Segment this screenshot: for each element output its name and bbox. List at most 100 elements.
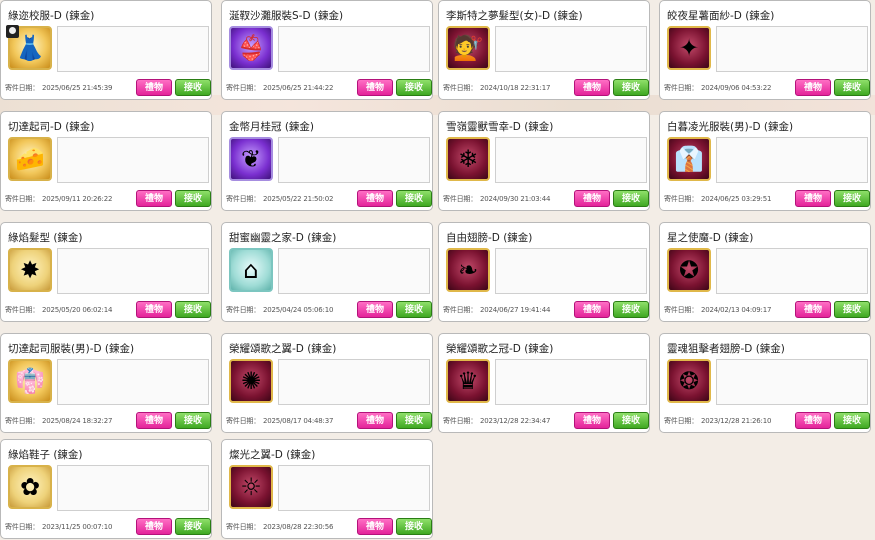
gift-button[interactable]: 禮物 (357, 518, 393, 535)
send-date: 寄件日期： 2025/09/11 20:26:22 (5, 194, 112, 204)
message-box (716, 248, 868, 294)
laurel-crown-icon: ❦ (240, 145, 262, 173)
gift-button[interactable]: 禮物 (357, 301, 393, 318)
item-name: 綠迩校服-D (鍊金) (8, 10, 95, 22)
item-icon-frame[interactable]: ✿ (8, 465, 52, 509)
send-date: 寄件日期： 2024/06/27 19:41:44 (443, 305, 550, 315)
gift-button[interactable]: 禮物 (357, 190, 393, 207)
receive-button[interactable]: 接收 (396, 518, 432, 535)
item-icon-frame[interactable]: ✺ (229, 359, 273, 403)
mail-item-card: 金幣月桂冠 (鍊金) ❦ 寄件日期： 2025/05/22 21:50:02 禮物… (221, 111, 433, 211)
item-name: 靈魂狙擊者翅膀-D (鍊金) (667, 343, 785, 355)
receive-button[interactable]: 接收 (834, 412, 870, 429)
item-name: 綠焰髮型 (鍊金) (8, 232, 83, 244)
receive-button[interactable]: 接收 (175, 79, 211, 96)
item-name: 李斯特之夢髮型(女)-D (鍊金) (446, 10, 583, 22)
gift-button[interactable]: 禮物 (795, 190, 831, 207)
receive-button[interactable]: 接收 (834, 79, 870, 96)
item-icon-frame[interactable]: ⌂ (229, 248, 273, 292)
send-date: 寄件日期： 2024/06/25 03:29:51 (664, 194, 771, 204)
item-icon-frame[interactable]: 👔 (667, 137, 711, 181)
gift-button[interactable]: 禮物 (136, 190, 172, 207)
send-date-label: 寄件日期： (443, 195, 477, 203)
gift-button[interactable]: 禮物 (795, 412, 831, 429)
send-date-value: 2024/02/13 04:09:17 (701, 306, 772, 314)
receive-button[interactable]: 接收 (396, 79, 432, 96)
send-date: 寄件日期： 2025/08/24 18:32:27 (5, 416, 112, 426)
send-date: 寄件日期： 2025/04/24 05:06:10 (226, 305, 333, 315)
item-icon-frame[interactable]: ❧ (446, 248, 490, 292)
send-date-value: 2025/04/24 05:06:10 (263, 306, 334, 314)
item-name: 切達起司服裝(男)-D (鍊金) (8, 343, 135, 355)
receive-button[interactable]: 接收 (396, 301, 432, 318)
mail-item-card: 綠焰鞋子 (鍊金) ✿ 寄件日期： 2023/11/25 00:07:10 禮物 … (0, 439, 212, 539)
receive-button[interactable]: 接收 (613, 190, 649, 207)
gift-button[interactable]: 禮物 (136, 301, 172, 318)
gift-button[interactable]: 禮物 (136, 412, 172, 429)
item-icon-frame[interactable]: ✸ (8, 248, 52, 292)
send-date-label: 寄件日期： (664, 306, 698, 314)
gift-button[interactable]: 禮物 (574, 412, 610, 429)
item-icon-frame[interactable]: ❄ (446, 137, 490, 181)
mail-item-card: 榮耀頌歌之翼-D (鍊金) ✺ 寄件日期： 2025/08/17 04:48:37… (221, 333, 433, 433)
mail-item-card: 皎夜星薯面紗-D (鍊金) ✦ 寄件日期： 2024/09/06 04:53:22… (659, 0, 871, 100)
item-icon-frame[interactable]: 👙 (229, 26, 273, 70)
gift-button[interactable]: 禮物 (795, 79, 831, 96)
item-name: 榮耀頌歌之冠-D (鍊金) (446, 343, 554, 355)
gift-button[interactable]: 禮物 (357, 79, 393, 96)
veil-icon: ✦ (678, 34, 700, 62)
soul-wings-icon: ❂ (678, 367, 700, 395)
mail-item-card: 自由翅膀-D (鍊金) ❧ 寄件日期： 2024/06/27 19:41:44 禮… (438, 222, 650, 322)
item-icon-frame[interactable]: ✦ (667, 26, 711, 70)
item-icon-frame[interactable]: ♛ (446, 359, 490, 403)
mail-item-card: 涎靫沙灘服裝S-D (鍊金) 👙 寄件日期： 2025/06/25 21:44:2… (221, 0, 433, 100)
gift-button[interactable]: 禮物 (795, 301, 831, 318)
item-icon-frame[interactable]: ❦ (229, 137, 273, 181)
mail-item-card: 李斯特之夢髮型(女)-D (鍊金) 💇 寄件日期： 2024/10/18 22:3… (438, 0, 650, 100)
send-date: 寄件日期： 2025/06/25 21:44:22 (226, 83, 333, 93)
send-date-value: 2023/12/28 21:26:10 (701, 417, 772, 425)
send-date: 寄件日期： 2024/02/13 04:09:17 (664, 305, 771, 315)
send-date-value: 2025/09/11 20:26:22 (42, 195, 113, 203)
send-date-label: 寄件日期： (226, 523, 260, 531)
item-icon-frame[interactable]: 💇 (446, 26, 490, 70)
item-icon-frame[interactable]: 🧀 (8, 137, 52, 181)
item-name: 榮耀頌歌之翼-D (鍊金) (229, 343, 337, 355)
item-name: 星之使魔-D (鍊金) (667, 232, 754, 244)
green-flame-icon: ✸ (19, 256, 41, 284)
send-date-label: 寄件日期： (664, 417, 698, 425)
receive-button[interactable]: 接收 (175, 301, 211, 318)
receive-button[interactable]: 接收 (834, 190, 870, 207)
receive-button[interactable]: 接收 (613, 79, 649, 96)
send-date-value: 2023/11/25 00:07:10 (42, 523, 113, 531)
receive-button[interactable]: 接收 (175, 412, 211, 429)
receive-button[interactable]: 接收 (834, 301, 870, 318)
gift-button[interactable]: 禮物 (574, 190, 610, 207)
gift-button[interactable]: 禮物 (136, 518, 172, 535)
message-box (495, 359, 647, 405)
gift-button[interactable]: 禮物 (574, 79, 610, 96)
message-box (57, 465, 209, 511)
gift-button[interactable]: 禮物 (574, 301, 610, 318)
item-icon-frame[interactable]: ❂ (667, 359, 711, 403)
item-icon-frame[interactable]: 👘 (8, 359, 52, 403)
item-icon-frame[interactable]: ☼ (229, 465, 273, 509)
send-date-value: 2024/09/06 04:53:22 (701, 84, 772, 92)
receive-button[interactable]: 接收 (396, 412, 432, 429)
message-box (495, 137, 647, 183)
snow-beast-icon: ❄ (457, 145, 479, 173)
item-icon-frame[interactable]: ✪ (667, 248, 711, 292)
avatar-badge-icon (6, 25, 19, 38)
message-box (57, 359, 209, 405)
message-box (278, 137, 430, 183)
gift-button[interactable]: 禮物 (357, 412, 393, 429)
message-box (278, 359, 430, 405)
receive-button[interactable]: 接收 (613, 412, 649, 429)
receive-button[interactable]: 接收 (175, 518, 211, 535)
receive-button[interactable]: 接收 (613, 301, 649, 318)
receive-button[interactable]: 接收 (175, 190, 211, 207)
send-date-label: 寄件日期： (664, 195, 698, 203)
receive-button[interactable]: 接收 (396, 190, 432, 207)
gift-button[interactable]: 禮物 (136, 79, 172, 96)
send-date-value: 2024/06/25 03:29:51 (701, 195, 772, 203)
